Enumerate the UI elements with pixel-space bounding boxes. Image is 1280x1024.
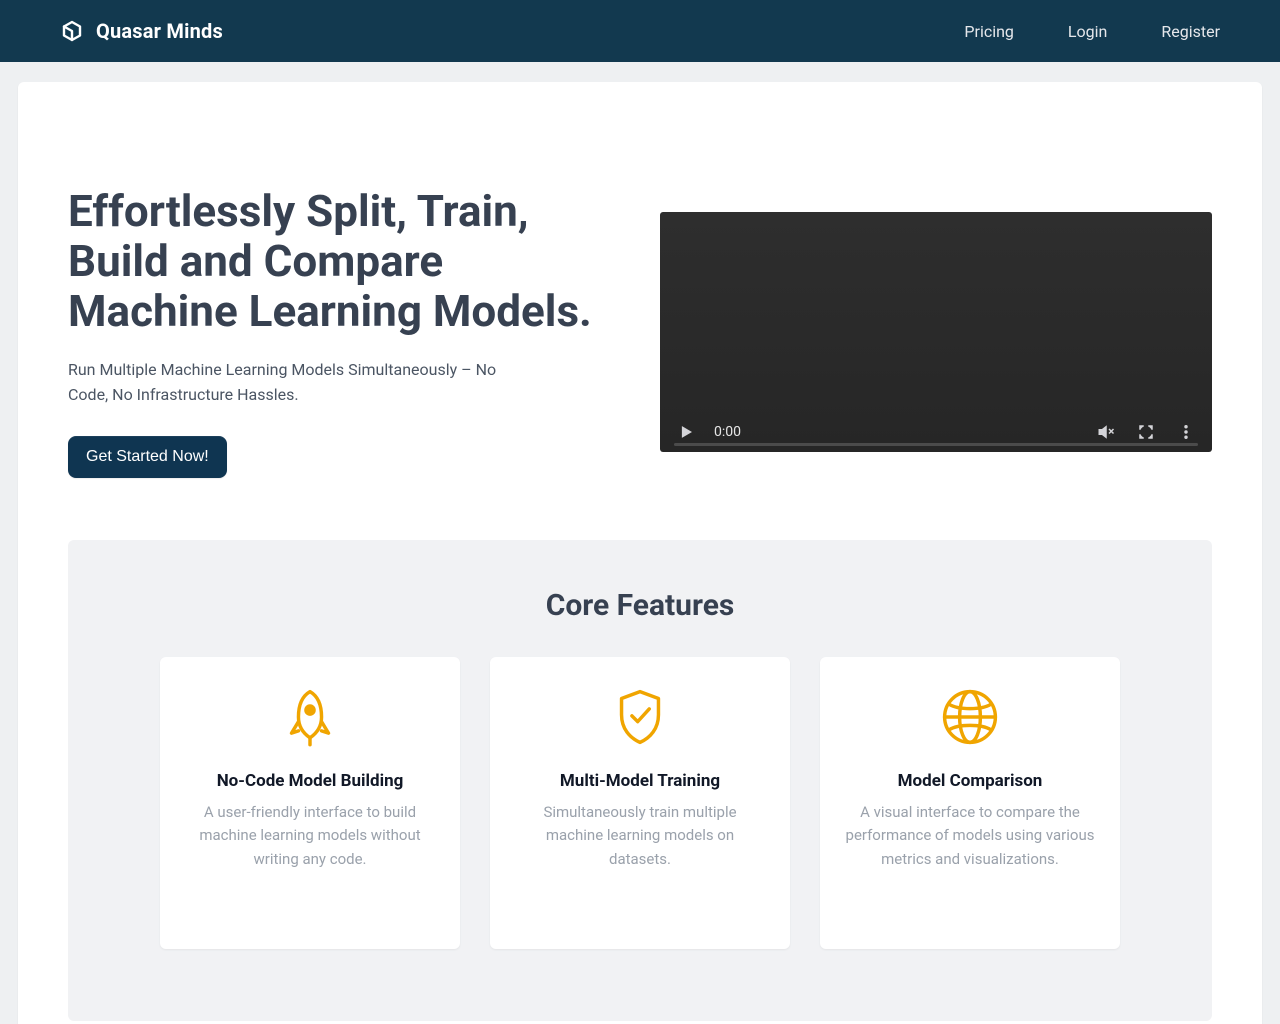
video-time: 0:00: [714, 424, 741, 440]
video-progress-track[interactable]: [674, 443, 1198, 446]
fullscreen-icon[interactable]: [1134, 420, 1158, 444]
topbar: Quasar Minds Pricing Login Register: [0, 0, 1280, 62]
feature-card: Multi-Model Training Simultaneously trai…: [490, 657, 790, 949]
hero: Effortlessly Split, Train, Build and Com…: [18, 118, 1262, 486]
feature-card: No-Code Model Building A user-friendly i…: [160, 657, 460, 949]
feature-cards: No-Code Model Building A user-friendly i…: [94, 657, 1186, 949]
hero-headline: Effortlessly Split, Train, Build and Com…: [68, 186, 620, 336]
feature-desc: A visual interface to compare the perfor…: [844, 801, 1096, 871]
feature-title: Model Comparison: [898, 771, 1043, 791]
features-section: Core Features No-Code Model Building A u…: [68, 540, 1212, 1021]
more-icon[interactable]: [1174, 420, 1198, 444]
globe-icon: [940, 685, 1000, 749]
nav-register[interactable]: Register: [1161, 22, 1220, 41]
shield-check-icon: [612, 685, 668, 749]
page-sheet: Effortlessly Split, Train, Build and Com…: [18, 82, 1262, 1024]
mute-icon[interactable]: [1094, 420, 1118, 444]
nav-login[interactable]: Login: [1068, 22, 1107, 41]
hero-video[interactable]: 0:00: [660, 212, 1212, 452]
brand-name: Quasar Minds: [96, 19, 223, 43]
feature-desc: A user-friendly interface to build machi…: [184, 801, 436, 871]
feature-card: Model Comparison A visual interface to c…: [820, 657, 1120, 949]
hero-subtitle: Run Multiple Machine Learning Models Sim…: [68, 358, 528, 408]
brand[interactable]: Quasar Minds: [60, 19, 223, 43]
features-heading: Core Features: [94, 588, 1186, 623]
hero-left: Effortlessly Split, Train, Build and Com…: [68, 186, 620, 478]
rocket-icon: [282, 685, 338, 749]
primary-nav: Pricing Login Register: [964, 22, 1220, 41]
feature-title: Multi-Model Training: [560, 771, 720, 791]
logo-icon: [60, 19, 84, 43]
feature-title: No-Code Model Building: [217, 771, 404, 791]
play-icon[interactable]: [674, 420, 698, 444]
nav-pricing[interactable]: Pricing: [964, 22, 1014, 41]
get-started-button[interactable]: Get Started Now!: [68, 436, 227, 478]
feature-desc: Simultaneously train multiple machine le…: [514, 801, 766, 871]
